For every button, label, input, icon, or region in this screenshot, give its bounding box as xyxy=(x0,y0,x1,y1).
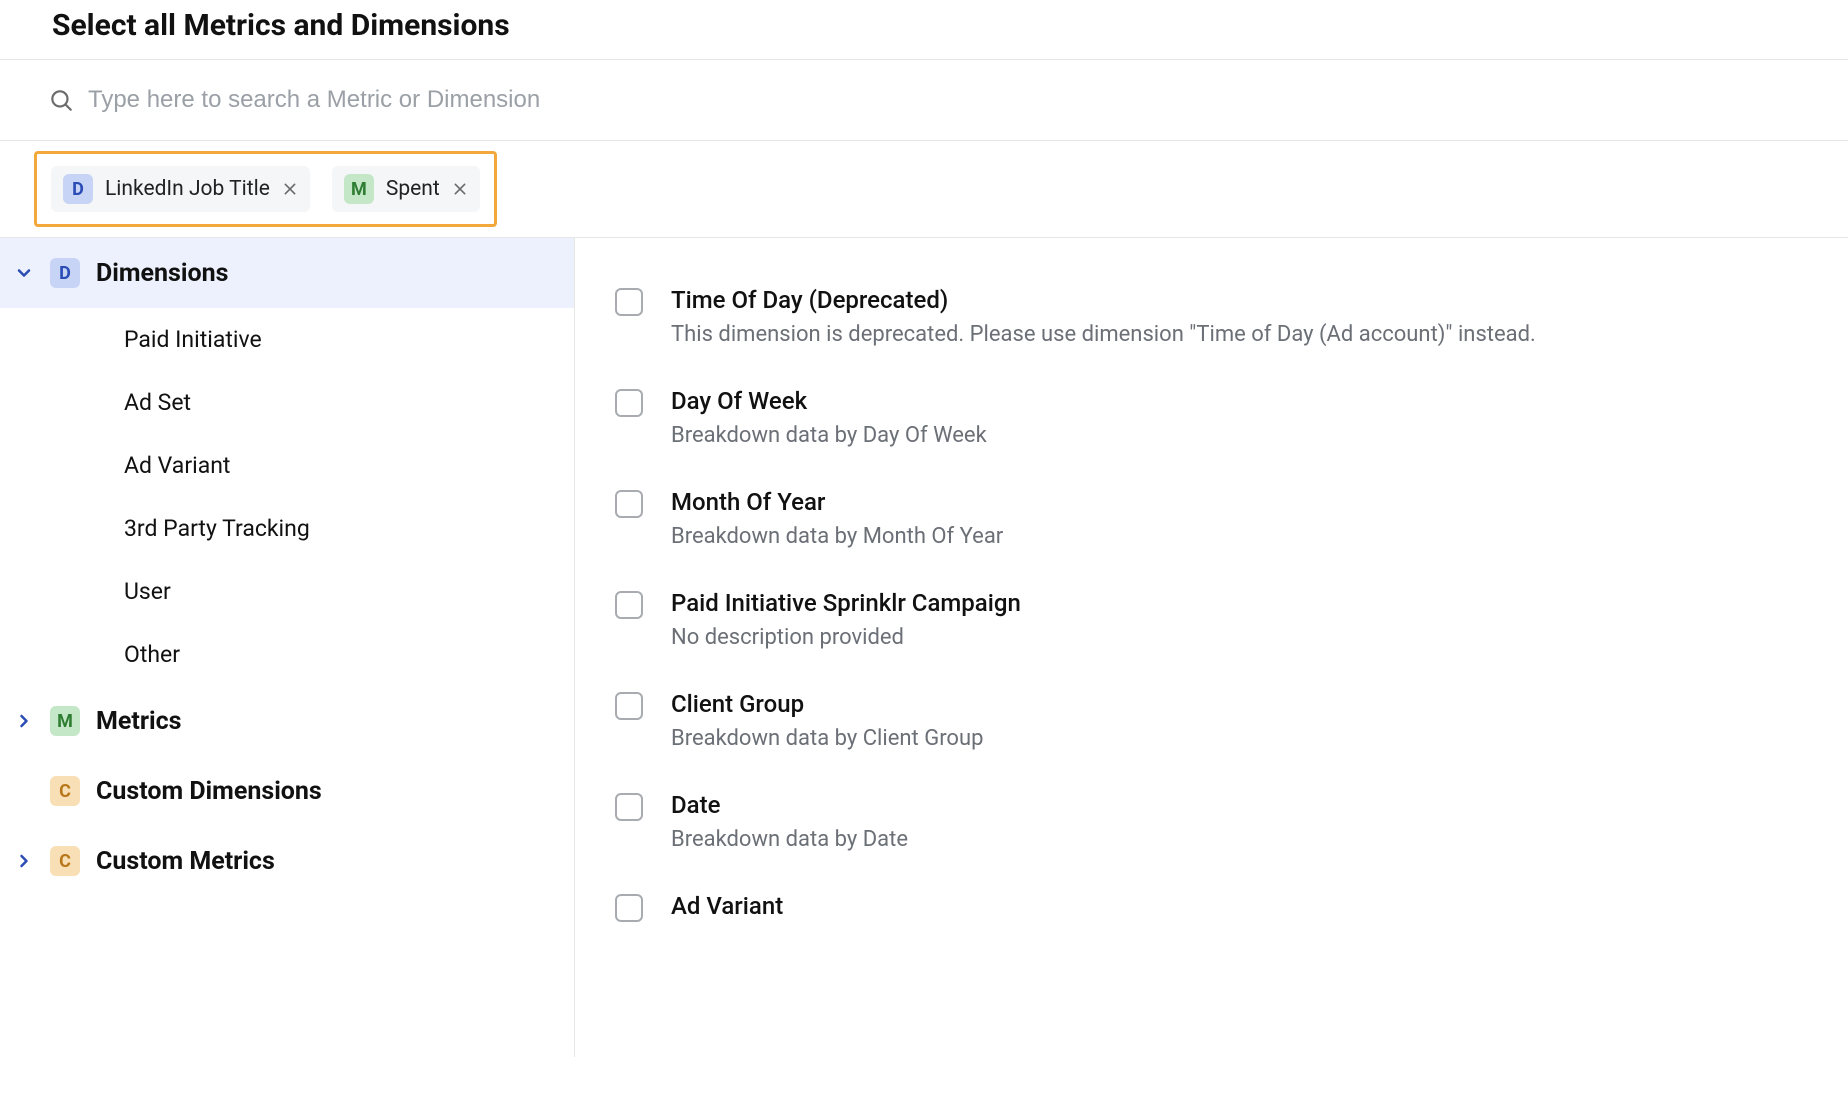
sidebar-item-ad-set[interactable]: Ad Set xyxy=(0,371,574,434)
dimension-checkbox[interactable] xyxy=(615,793,643,821)
close-icon[interactable] xyxy=(452,181,468,197)
chevron-right-icon xyxy=(14,711,34,731)
sidebar: D Dimensions Paid InitiativeAd SetAd Varia… xyxy=(0,238,575,1057)
dimension-text: Day Of Week Breakdown data by Day Of Week xyxy=(671,387,987,448)
dimension-checkbox[interactable] xyxy=(615,591,643,619)
main-split: DDimensionsPaid InitiativeAd SetAd Varia… xyxy=(0,237,1848,1057)
dimension-label[interactable]: Paid Initiative Sprinklr Campaign xyxy=(671,589,1021,617)
dimension-text: Date Breakdown data by Date xyxy=(671,791,908,852)
group-title: Metrics xyxy=(96,707,182,736)
dimension-label[interactable]: Day Of Week xyxy=(671,387,987,415)
dimension-row: Date Breakdown data by Date xyxy=(615,771,1808,872)
dimension-label[interactable]: Client Group xyxy=(671,690,983,718)
search-input[interactable] xyxy=(74,78,1800,122)
dimension-description: Breakdown data by Client Group xyxy=(671,726,983,751)
chip-badge: D xyxy=(63,174,93,204)
dimension-checkbox[interactable] xyxy=(615,894,643,922)
dimensions-list: Time Of Day (Deprecated) This dimension i… xyxy=(575,238,1848,1057)
group-badge: C xyxy=(50,776,80,806)
dimension-text: Time Of Day (Deprecated) This dimension i… xyxy=(671,286,1536,347)
dimension-row: Ad Variant xyxy=(615,872,1808,942)
chevron-spacer xyxy=(14,781,34,801)
dimension-checkbox[interactable] xyxy=(615,692,643,720)
dimension-label[interactable]: Ad Variant xyxy=(671,892,783,920)
dimension-row: Paid Initiative Sprinklr Campaign No desc… xyxy=(615,569,1808,670)
dimension-description: Breakdown data by Month Of Year xyxy=(671,524,1003,549)
selected-chips-row: D LinkedIn Job Title M Spent xyxy=(0,141,1848,237)
group-badge: C xyxy=(50,846,80,876)
dimension-label[interactable]: Month Of Year xyxy=(671,488,1003,516)
sidebar-item-user[interactable]: User xyxy=(0,560,574,623)
dimension-checkbox[interactable] xyxy=(615,389,643,417)
group-badge: M xyxy=(50,706,80,736)
chip-label: Spent xyxy=(386,177,440,201)
metrics-dimensions-panel: Select all Metrics and Dimensions D Linke… xyxy=(0,0,1848,1057)
close-icon[interactable] xyxy=(282,181,298,197)
dimension-text: Month Of Year Breakdown data by Month Of … xyxy=(671,488,1003,549)
chip-spent[interactable]: M Spent xyxy=(332,166,480,212)
group-title: Custom Metrics xyxy=(96,847,275,876)
sidebar-item-paid-initiative[interactable]: Paid Initiative xyxy=(0,308,574,371)
dimension-description: No description provided xyxy=(671,625,1021,650)
group-badge: D xyxy=(50,258,80,288)
page-title: Select all Metrics and Dimensions xyxy=(0,0,1848,59)
chevron-down-icon xyxy=(14,263,34,283)
dimension-label[interactable]: Date xyxy=(671,791,908,819)
sidebar-group-dimensions[interactable]: D Dimensions xyxy=(0,238,574,308)
search-icon xyxy=(48,87,74,113)
dimension-checkbox[interactable] xyxy=(615,288,643,316)
dimension-text: Paid Initiative Sprinklr Campaign No desc… xyxy=(671,589,1021,650)
sidebar-group-metrics[interactable]: M Metrics xyxy=(0,686,574,756)
chevron-right-icon xyxy=(14,851,34,871)
dimension-text: Client Group Breakdown data by Client Gro… xyxy=(671,690,983,751)
dimension-checkbox[interactable] xyxy=(615,490,643,518)
sidebar-group-custom-metrics[interactable]: C Custom Metrics xyxy=(0,826,574,896)
dimension-row: Client Group Breakdown data by Client Gro… xyxy=(615,670,1808,771)
chip-linkedin-job-title[interactable]: D LinkedIn Job Title xyxy=(51,166,310,212)
group-title: Dimensions xyxy=(96,259,228,288)
dimension-description: Breakdown data by Date xyxy=(671,827,908,852)
sidebar-group-custom-dimensions[interactable]: C Custom Dimensions xyxy=(0,756,574,826)
chip-label: LinkedIn Job Title xyxy=(105,177,270,201)
dimension-description: This dimension is deprecated. Please use… xyxy=(671,322,1536,347)
dimension-label[interactable]: Time Of Day (Deprecated) xyxy=(671,286,1536,314)
selected-chips-highlight: D LinkedIn Job Title M Spent xyxy=(34,151,497,227)
sidebar-item-other[interactable]: Other xyxy=(0,623,574,686)
sidebar-item-3rd-party-tracking[interactable]: 3rd Party Tracking xyxy=(0,497,574,560)
search-row xyxy=(0,59,1848,141)
dimension-row: Time Of Day (Deprecated) This dimension i… xyxy=(615,266,1808,367)
dimension-row: Month Of Year Breakdown data by Month Of … xyxy=(615,468,1808,569)
sidebar-item-ad-variant[interactable]: Ad Variant xyxy=(0,434,574,497)
chip-badge: M xyxy=(344,174,374,204)
group-title: Custom Dimensions xyxy=(96,777,322,806)
dimension-row: Day Of Week Breakdown data by Day Of Week xyxy=(615,367,1808,468)
dimension-description: Breakdown data by Day Of Week xyxy=(671,423,987,448)
dimension-text: Ad Variant xyxy=(671,892,783,922)
